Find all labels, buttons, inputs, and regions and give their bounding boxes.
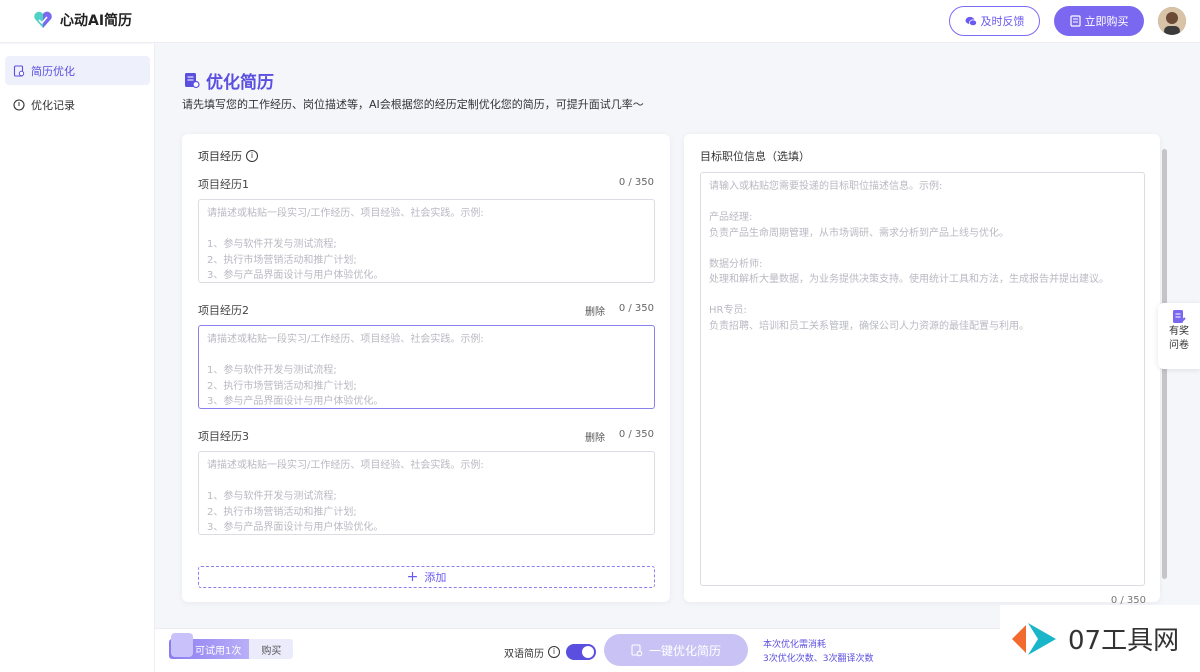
sidebar-item-optimize-record[interactable]: 优化记录	[5, 90, 150, 119]
watermark-logo-icon	[1012, 622, 1056, 655]
buy-now-label: 立即购买	[1084, 15, 1129, 28]
plus-icon: +	[406, 569, 419, 585]
bilingual-label: 双语简历	[504, 648, 544, 660]
add-project-button[interactable]: + 添加	[198, 566, 655, 588]
sidebar: 简历优化 优化记录	[0, 44, 155, 672]
project-3-delete-button[interactable]: 删除	[585, 429, 605, 444]
project-2-delete-button[interactable]: 删除	[585, 303, 605, 318]
page-description: 请先填写您的工作经历、岗位描述等，AI会根据您的经历定制优化您的简历，可提升面试…	[182, 98, 644, 111]
site-watermark: 07工具网	[1000, 605, 1200, 672]
trial-section: 可试用1次 购买	[169, 633, 294, 659]
project-2-label: 项目经历2	[198, 304, 249, 317]
project-2-input[interactable]: 请描述或粘贴一段实习/工作经历、项目经验、社会实践。示例: 1、参与软件开发与测…	[198, 325, 655, 409]
project-experience-card: 项目经历 i 项目经历1 0 / 350 请描述或粘贴一段实习/工作经历、项目经…	[182, 134, 670, 602]
optimize-resume-button[interactable]: 一键优化简历	[604, 634, 748, 666]
toggle-knob	[582, 646, 594, 658]
info-icon[interactable]: i	[548, 646, 560, 658]
add-project-label: 添加	[424, 571, 447, 584]
heart-logo-icon	[34, 11, 52, 28]
cost-info: 本次优化需消耗 3次优化次数、3次翻译次数	[763, 638, 873, 666]
sidebar-item-label: 简历优化	[31, 64, 75, 78]
resume-icon	[13, 64, 25, 77]
project-heading-text: 项目经历	[198, 150, 242, 163]
project-3-input[interactable]: 请描述或粘贴一段实习/工作经历、项目经验、社会实践。示例: 1、参与软件开发与测…	[198, 451, 655, 535]
bilingual-toggle[interactable]	[566, 644, 596, 660]
purchase-button[interactable]: 购买	[249, 639, 294, 659]
trial-label: 可试用1次	[195, 645, 242, 657]
main-content: 优化简历 请先填写您的工作经历、岗位描述等，AI会根据您的经历定制优化您的简历，…	[155, 44, 1200, 628]
page-title-text: 优化简历	[206, 73, 274, 93]
resume-icon	[631, 643, 643, 656]
info-icon[interactable]: i	[246, 150, 258, 162]
cost-line-1: 本次优化需消耗	[763, 640, 827, 650]
survey-label-1: 有奖	[1169, 326, 1189, 337]
optimize-resume-label: 一键优化简历	[648, 643, 721, 658]
sidebar-item-label: 优化记录	[31, 98, 75, 112]
target-job-card: 目标职位信息（选填） 请输入或粘贴您需要投递的目标职位描述信息。示例: 产品经理…	[684, 134, 1160, 606]
bilingual-toggle-group: 双语简历 i	[504, 644, 596, 660]
feedback-label: 及时反馈	[980, 15, 1025, 28]
brand-logo[interactable]: 心动AI简历	[32, 9, 132, 31]
avatar-image	[1158, 7, 1186, 35]
trial-star-icon	[171, 633, 193, 657]
user-avatar[interactable]	[1158, 7, 1186, 35]
project-3-label: 项目经历3	[198, 430, 249, 443]
wechat-icon	[965, 16, 977, 26]
project-3-count: 0 / 350	[618, 429, 654, 440]
sidebar-item-resume-optimize[interactable]: 简历优化	[5, 56, 150, 85]
survey-icon	[1173, 310, 1186, 323]
project-1-input[interactable]: 请描述或粘贴一段实习/工作经历、项目经验、社会实践。示例: 1、参与软件开发与测…	[198, 199, 655, 283]
trial-badge: 可试用1次	[169, 633, 250, 659]
brand-name: 心动AI简历	[60, 13, 133, 29]
survey-label-2: 问卷	[1169, 340, 1189, 351]
feedback-button[interactable]: 及时反馈	[949, 6, 1040, 36]
survey-float-button[interactable]: 有奖 问卷	[1158, 303, 1200, 369]
watermark-text: 07工具网	[1068, 626, 1180, 656]
top-bar: 心动AI简历 及时反馈 立即购买	[0, 0, 1200, 43]
project-1-count: 0 / 350	[618, 177, 654, 188]
target-heading: 目标职位信息（选填）	[700, 150, 810, 163]
record-icon	[13, 98, 25, 111]
document-icon	[1069, 15, 1081, 27]
project-2-count: 0 / 350	[618, 303, 654, 314]
target-job-input[interactable]: 请输入或粘贴您需要投递的目标职位描述信息。示例: 产品经理: 负责产品生命周期管…	[700, 172, 1145, 586]
resume-title-icon	[185, 73, 200, 89]
page-title: 优化简历	[184, 68, 274, 93]
project-heading: 项目经历 i	[198, 148, 258, 164]
project-1-label: 项目经历1	[198, 178, 249, 191]
buy-now-button[interactable]: 立即购买	[1054, 6, 1144, 36]
cost-line-2: 3次优化次数、3次翻译次数	[763, 654, 874, 664]
